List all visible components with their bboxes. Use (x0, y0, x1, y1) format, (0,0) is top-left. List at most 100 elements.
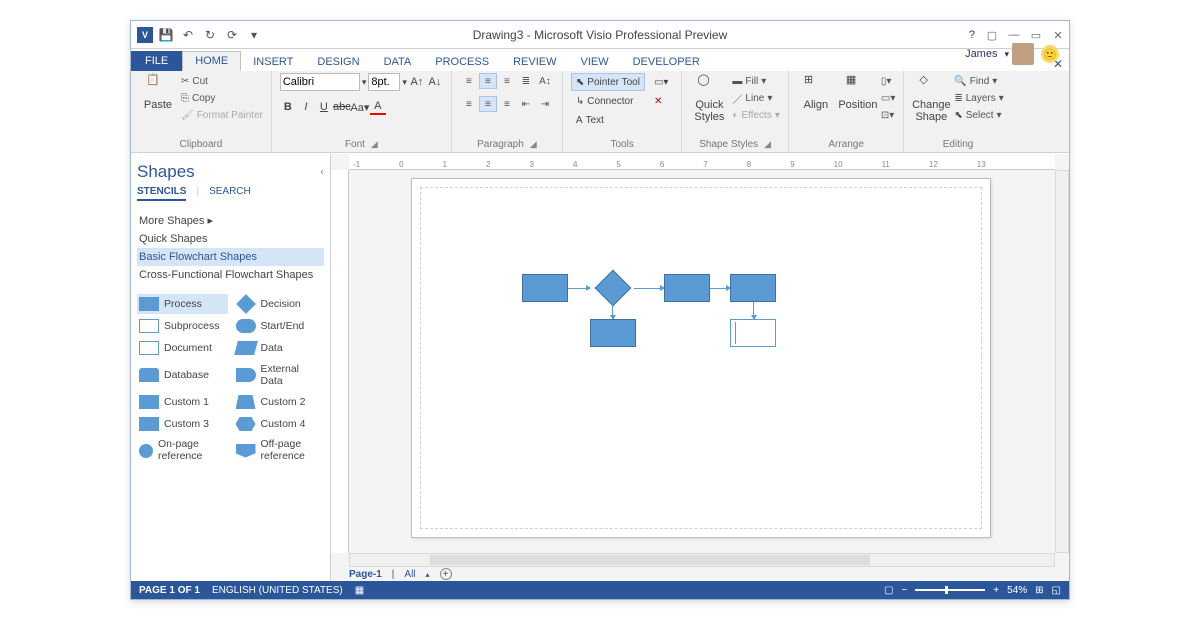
bring-front-button[interactable]: ▯▾ (881, 73, 895, 89)
full-screen-icon[interactable]: ◱ (1052, 585, 1061, 596)
connector-5[interactable] (753, 302, 754, 319)
feedback-smile-icon[interactable]: 🙂 (1041, 45, 1059, 63)
more-shapes-row[interactable]: More Shapes ▸ (137, 211, 324, 230)
bold-button[interactable]: B (280, 99, 296, 115)
flowchart-process-4[interactable] (590, 319, 636, 347)
shape-subprocess[interactable]: Subprocess (137, 316, 228, 336)
send-back-button[interactable]: ▭▾ (881, 90, 895, 106)
strike-button[interactable]: abc (334, 99, 350, 115)
shape-process[interactable]: Process (137, 294, 228, 314)
shape-custom3[interactable]: Custom 3 (137, 414, 228, 434)
flowchart-process-2[interactable] (664, 274, 710, 302)
tab-home[interactable]: HOME (182, 51, 241, 71)
close-button[interactable]: ✕ (1047, 25, 1069, 45)
align-right-button[interactable]: ≡ (498, 96, 516, 112)
bullets-button[interactable]: ≣ (517, 73, 535, 89)
align-left-button[interactable]: ≡ (460, 96, 478, 112)
shape-onpage-ref[interactable]: On-page reference (137, 436, 228, 465)
shape-custom2[interactable]: Custom 2 (234, 392, 325, 412)
font-name-input[interactable] (280, 73, 360, 91)
save-icon[interactable]: 💾 (157, 26, 175, 44)
flowchart-process-1[interactable] (522, 274, 568, 302)
shape-data[interactable]: Data (234, 338, 325, 358)
ribbon-minimize-icon[interactable]: ▢ (981, 25, 1003, 45)
connector-3[interactable] (710, 288, 730, 289)
minimize-button[interactable]: — (1003, 25, 1025, 45)
connector-1[interactable] (568, 288, 590, 289)
group-button[interactable]: ⊡▾ (881, 107, 895, 123)
shape-document[interactable]: Document (137, 338, 228, 358)
decrease-indent-button[interactable]: ⇤ (517, 96, 535, 112)
undo-icon[interactable]: ↶ (179, 26, 197, 44)
layers-button[interactable]: ≣Layers▾ (954, 90, 1003, 106)
cross-functional-row[interactable]: Cross-Functional Flowchart Shapes (137, 266, 324, 284)
align-middle-button[interactable]: ≡ (479, 73, 497, 89)
lang-status[interactable]: ENGLISH (UNITED STATES) (212, 585, 343, 596)
collapse-panel-icon[interactable]: ‹ (320, 166, 324, 178)
quick-shapes-row[interactable]: Quick Shapes (137, 230, 324, 248)
quick-styles-button[interactable]: ◯ Quick Styles (690, 73, 728, 123)
para-dialog-icon[interactable]: ◢ (530, 139, 537, 150)
qat-dropdown-icon[interactable]: ▾ (245, 26, 263, 44)
fit-page-icon[interactable]: ⊞ (1035, 585, 1043, 596)
help-icon[interactable]: ? (969, 29, 975, 41)
underline-button[interactable]: U (316, 99, 332, 115)
stencils-tab[interactable]: STENCILS (137, 186, 186, 201)
drawing-canvas[interactable]: -1012345678910111213 Page-1 (331, 154, 1069, 581)
shape-dialog-icon[interactable]: ◢ (764, 139, 771, 150)
presentation-mode-icon[interactable]: ▢ (884, 585, 893, 596)
align-top-button[interactable]: ≡ (460, 73, 478, 89)
shape-database[interactable]: Database (137, 360, 228, 390)
connector-2[interactable] (634, 288, 664, 289)
avatar[interactable] (1012, 43, 1034, 65)
case-button[interactable]: Aa▾ (352, 99, 368, 115)
italic-button[interactable]: I (298, 99, 314, 115)
tab-view[interactable]: VIEW (568, 53, 620, 71)
tab-process[interactable]: PROCESS (423, 53, 501, 71)
text-direction-button[interactable]: A↕ (536, 73, 554, 89)
pointer-tool-button[interactable]: ⬉Pointer Tool (571, 73, 645, 91)
search-tab[interactable]: SEARCH (209, 186, 251, 201)
refresh-icon[interactable]: ⟳ (223, 26, 241, 44)
redo-icon[interactable]: ↻ (201, 26, 219, 44)
zoom-level[interactable]: 54% (1007, 585, 1027, 596)
font-size-input[interactable] (368, 73, 400, 91)
paste-button[interactable]: 📋 Paste (139, 73, 177, 111)
shape-start-end[interactable]: Start/End (234, 316, 325, 336)
copy-button[interactable]: ⎘Copy (181, 90, 263, 106)
shape-external-data[interactable]: External Data (234, 360, 325, 390)
macro-icon[interactable]: ▦ (355, 585, 364, 596)
text-tool-button[interactable]: AText (571, 111, 645, 129)
cut-button[interactable]: ✂Cut (181, 73, 263, 89)
connector-4[interactable] (612, 301, 613, 319)
flowchart-subprocess-ghost[interactable] (730, 319, 776, 347)
tab-file[interactable]: FILE (131, 51, 182, 71)
page-tab-1[interactable]: Page-1 (349, 569, 382, 580)
connector-tool-button[interactable]: ↳Connector (571, 92, 645, 110)
decrease-font-icon[interactable]: A↓ (427, 74, 443, 90)
zoom-slider[interactable] (915, 589, 985, 591)
zoom-in-button[interactable]: + (993, 585, 999, 596)
select-button[interactable]: ⬉Select▾ (954, 107, 1003, 123)
line-button[interactable]: ／Line▾ (732, 90, 779, 106)
tab-data[interactable]: DATA (372, 53, 424, 71)
shape-custom4[interactable]: Custom 4 (234, 414, 325, 434)
horizontal-scrollbar[interactable] (349, 553, 1055, 567)
font-dialog-icon[interactable]: ◢ (371, 139, 378, 150)
page-status[interactable]: PAGE 1 OF 1 (139, 585, 200, 596)
font-color-button[interactable]: A (370, 99, 386, 115)
effects-button[interactable]: ◐Effects▾ (732, 107, 779, 123)
tab-developer[interactable]: DEVELOPER (621, 53, 712, 71)
position-button[interactable]: ▦Position (839, 73, 877, 111)
fill-button[interactable]: ▬Fill▾ (732, 73, 779, 89)
align-center-button[interactable]: ≡ (479, 96, 497, 112)
zoom-out-button[interactable]: − (901, 585, 907, 596)
vertical-scrollbar[interactable] (1055, 170, 1069, 553)
increase-indent-button[interactable]: ⇥ (536, 96, 554, 112)
tab-review[interactable]: REVIEW (501, 53, 568, 71)
user-name[interactable]: James (965, 48, 997, 60)
page-tab-all[interactable]: All (404, 569, 415, 580)
rectangle-tool-button[interactable]: ▭▾ (649, 73, 673, 91)
maximize-button[interactable]: ▭ (1025, 25, 1047, 45)
basic-flowchart-row[interactable]: Basic Flowchart Shapes (137, 248, 324, 266)
